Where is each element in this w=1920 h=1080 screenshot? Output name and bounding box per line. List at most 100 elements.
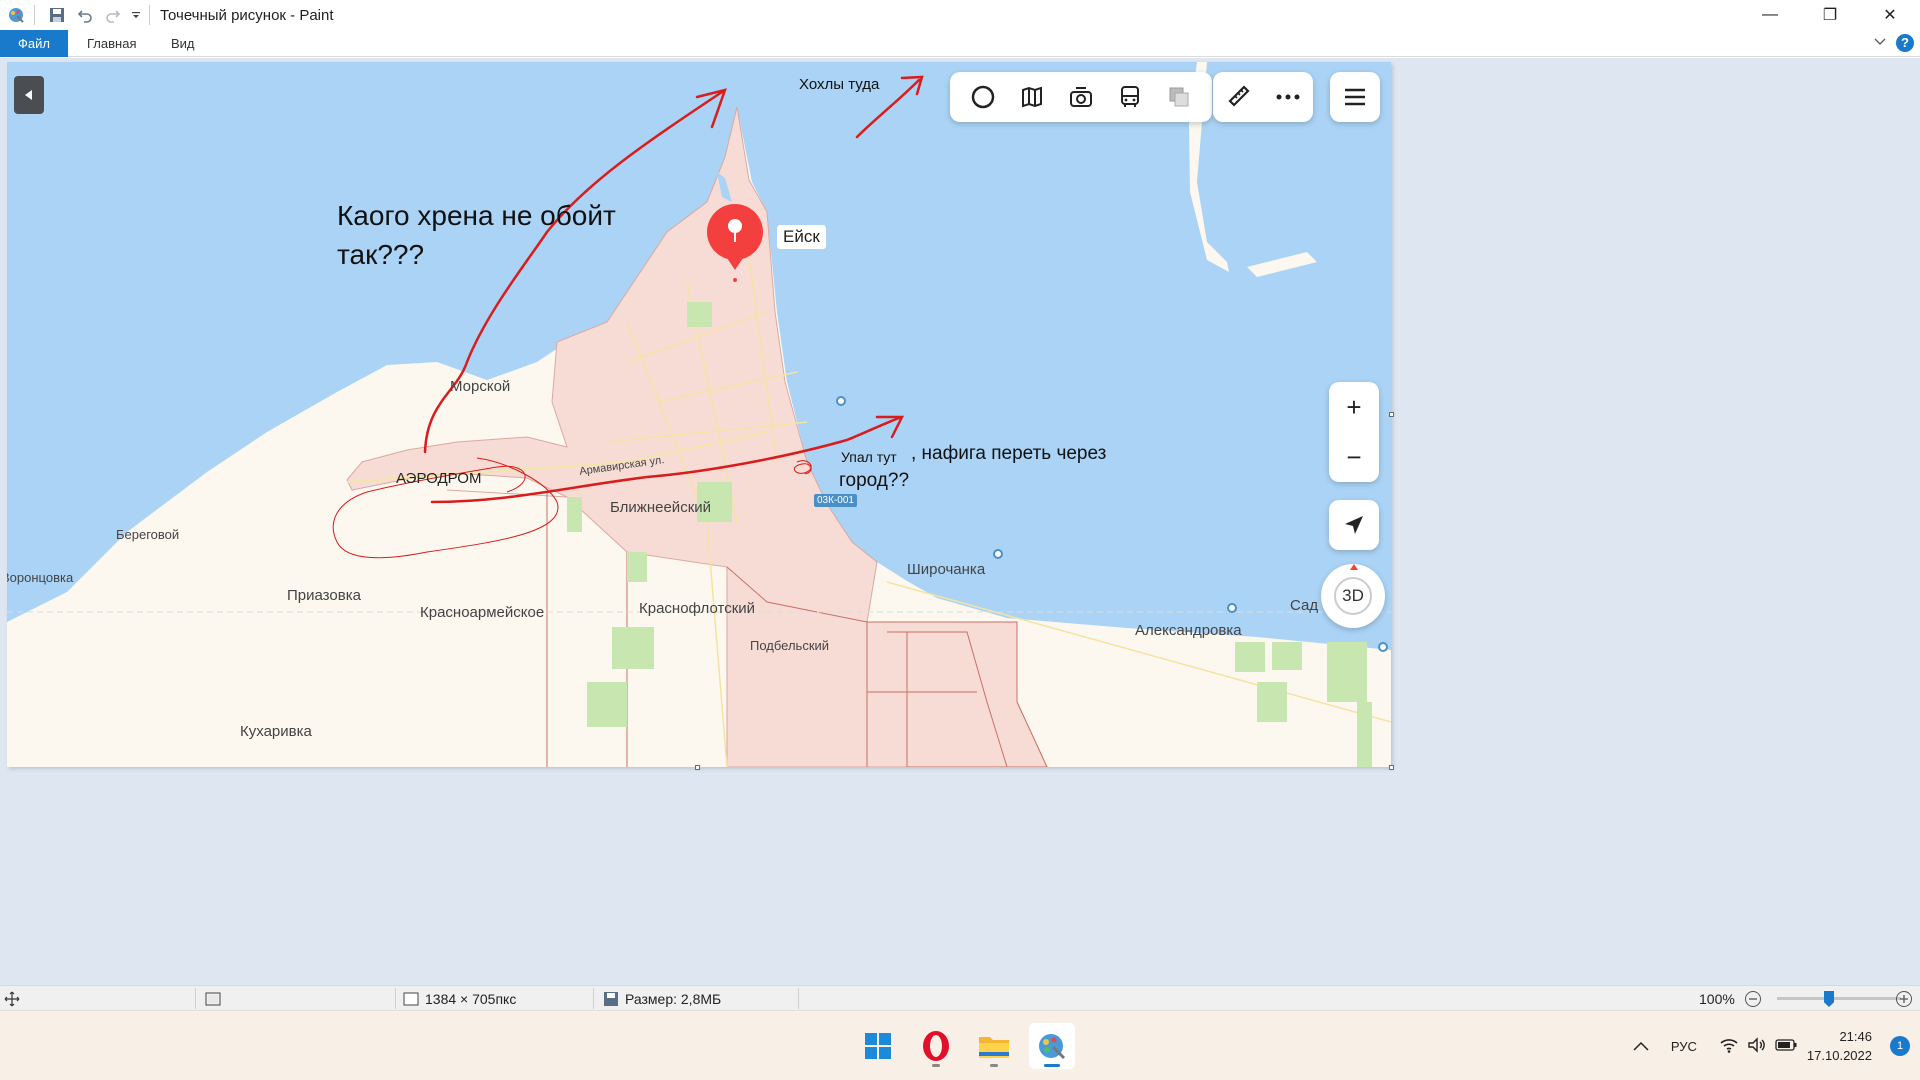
cursor-position — [4, 986, 20, 1011]
restore-button[interactable]: ❐ — [1800, 0, 1860, 30]
running-indicator — [932, 1064, 940, 1067]
selection-icon — [205, 992, 221, 1005]
file-size: Размер: 2,8МБ — [603, 986, 721, 1011]
map-tools-toolbar — [1213, 72, 1313, 122]
notification-badge[interactable]: 1 — [1890, 1036, 1910, 1056]
3d-label: 3D — [1334, 577, 1372, 615]
file-size-text: Размер: 2,8МБ — [625, 990, 722, 1007]
traffic-icon[interactable] — [1017, 82, 1047, 112]
volume-icon[interactable] — [1747, 1036, 1767, 1056]
place-label: Береговой — [116, 527, 180, 542]
zoom-in-icon[interactable] — [1895, 986, 1913, 1011]
zoom-out-button[interactable]: − — [1329, 432, 1379, 482]
tab-view[interactable]: Вид — [171, 30, 195, 57]
place-label: Кухаривка — [240, 723, 312, 740]
place-label: Ближнеейский — [610, 499, 712, 516]
more-dots-icon[interactable] — [1275, 88, 1301, 106]
3d-view-button[interactable]: 3D — [1321, 564, 1385, 628]
place-label: Воронцовка — [7, 570, 74, 585]
divider — [149, 5, 150, 25]
place-label: Александровка — [1135, 622, 1242, 639]
language-indicator[interactable]: РУС — [1671, 1039, 1697, 1054]
minimize-button[interactable]: — — [1740, 0, 1800, 30]
system-tray: РУС 21:46 17.10.2022 1 — [1633, 1011, 1920, 1080]
collapse-panel-button[interactable] — [14, 76, 44, 114]
save-icon[interactable] — [45, 3, 69, 27]
quick-access-toolbar — [0, 0, 156, 30]
map-layers-toolbar — [950, 72, 1212, 122]
window-controls: — ❐ ✕ — [1740, 0, 1920, 30]
clock[interactable]: 21:46 17.10.2022 — [1807, 1027, 1872, 1065]
place-label: Краснофлотский — [639, 600, 756, 617]
divider — [34, 5, 35, 25]
zoom-out-icon[interactable] — [1744, 986, 1762, 1011]
tab-file[interactable]: Файл — [0, 30, 68, 57]
navigation-arrow-icon — [1345, 516, 1363, 534]
annotation-fell-here: Упал тут — [841, 449, 897, 465]
ribbon-right-controls: ? — [1874, 34, 1914, 52]
workspace: + − 3D Ейск 03К-001 Морской АЭРОДРОМ Арм… — [0, 58, 1920, 985]
annotation-question-line1: Каого хрена не обойт — [337, 200, 616, 231]
annotation-city-question-line2: город?? — [839, 470, 910, 491]
chevron-up-icon[interactable] — [1633, 1039, 1649, 1054]
window-title: Точечный рисунок - Paint — [160, 6, 334, 24]
city-label-yeysk: Ейск — [777, 225, 826, 249]
road-badge: 03К-001 — [814, 494, 857, 507]
windows-logo-icon[interactable] — [855, 1023, 901, 1069]
close-button[interactable]: ✕ — [1860, 0, 1920, 30]
wifi-icon[interactable] — [1719, 1037, 1739, 1056]
resize-handle-right[interactable] — [1389, 412, 1394, 417]
place-label: Подбельский — [750, 638, 830, 653]
taskbar-apps — [855, 1023, 1075, 1069]
zoom-slider-track[interactable] — [1777, 997, 1901, 1000]
redo-icon[interactable] — [101, 3, 125, 27]
panorama-camera-icon[interactable] — [1066, 82, 1096, 112]
title-bar: Точечный рисунок - Paint — ❐ ✕ — [0, 0, 1920, 30]
active-indicator — [1044, 1064, 1060, 1067]
place-label: Морской — [450, 378, 511, 395]
place-label: Сад — [1290, 597, 1319, 614]
hamburger-menu-icon[interactable] — [1330, 72, 1380, 122]
chevron-down-icon[interactable] — [1874, 34, 1886, 52]
status-bar: 1384 × 705пкс Размер: 2,8МБ 100% — [0, 985, 1920, 1010]
ruler-icon[interactable] — [1225, 82, 1251, 113]
zoom-in-button[interactable]: + — [1329, 382, 1379, 432]
resize-handle-corner[interactable] — [1389, 765, 1394, 770]
map-layers-icon[interactable] — [1164, 82, 1194, 112]
image-canvas[interactable]: + − 3D Ейск 03К-001 Морской АЭРОДРОМ Арм… — [7, 62, 1391, 767]
folder-icon[interactable] — [971, 1023, 1017, 1069]
annotation-khokhly: Хохлы туда — [799, 76, 880, 93]
undo-icon[interactable] — [73, 3, 97, 27]
disk-icon — [604, 991, 618, 1006]
place-label: Широчанка — [907, 561, 986, 578]
paint-icon[interactable] — [1029, 1023, 1075, 1069]
opera-icon[interactable] — [913, 1023, 959, 1069]
canvas-size-icon — [403, 992, 419, 1005]
place-label: АЭРОДРОМ — [396, 470, 482, 487]
image-dimensions: 1384 × 705пкс — [403, 986, 516, 1011]
zoom-level: 100% — [1699, 990, 1735, 1007]
selection-size — [205, 986, 221, 1011]
annotation-question-line2: так??? — [337, 239, 425, 270]
layer-circle-icon[interactable] — [968, 82, 998, 112]
annotation-city-question-line1: , нафига переть через — [911, 443, 1107, 464]
zoom-controls: + − — [1329, 382, 1379, 482]
compass-north-icon — [1350, 564, 1358, 570]
zoom-slider-thumb[interactable] — [1824, 991, 1834, 1007]
paint-app-icon[interactable] — [4, 3, 28, 27]
taskbar: РУС 21:46 17.10.2022 1 — [0, 1010, 1920, 1080]
map-image — [7, 62, 1391, 767]
battery-icon[interactable] — [1775, 1038, 1797, 1054]
clock-date: 17.10.2022 — [1806, 1048, 1872, 1063]
help-button[interactable]: ? — [1896, 34, 1914, 52]
place-label: Приазовка — [287, 587, 361, 604]
place-label: Красноармейское — [420, 604, 545, 621]
clock-time: 21:46 — [1839, 1029, 1872, 1044]
transit-bus-icon[interactable] — [1115, 82, 1145, 112]
customize-qat-icon[interactable] — [129, 3, 143, 27]
tab-home[interactable]: Главная — [87, 30, 136, 57]
running-indicator — [990, 1064, 998, 1067]
dimensions-text: 1384 × 705пкс — [425, 990, 517, 1007]
my-location-button[interactable] — [1329, 500, 1379, 550]
resize-handle-bottom[interactable] — [695, 765, 700, 770]
